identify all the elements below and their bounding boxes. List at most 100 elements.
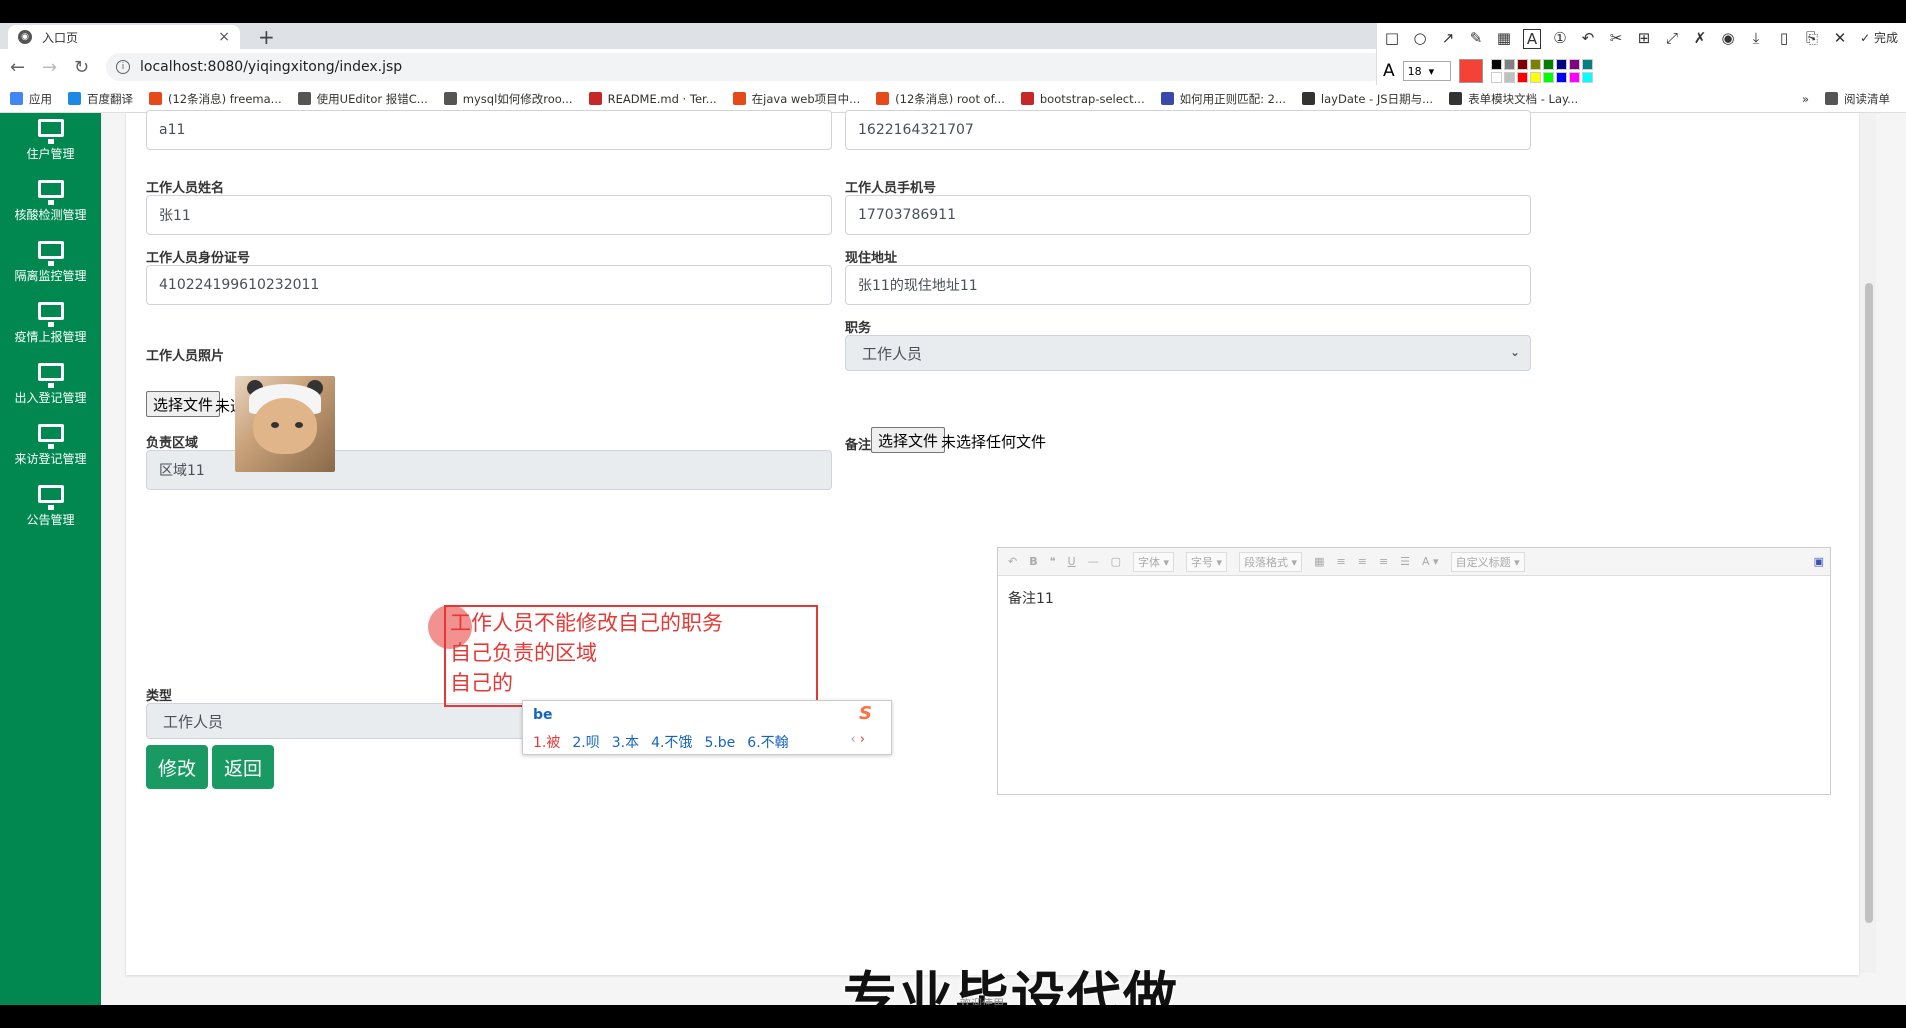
bookmark-item[interactable]: 百度翻译 <box>68 91 133 107</box>
align-center-icon[interactable]: ≡ <box>1358 555 1367 568</box>
number-tool-icon[interactable]: ① <box>1551 29 1569 49</box>
close-cross-icon[interactable]: ✗ <box>1691 29 1709 49</box>
account-input[interactable]: a11 <box>146 110 832 150</box>
idcard-input[interactable]: 410224199610232011 <box>146 265 832 305</box>
name-input[interactable]: 张11 <box>146 195 832 235</box>
font-family-dropdown[interactable]: 字体 ▾ <box>1133 551 1175 572</box>
back-button[interactable]: 返回 <box>212 745 274 789</box>
browser-tab[interactable]: ◉ 入口页 × <box>8 25 240 49</box>
bold-icon[interactable]: B <box>1029 555 1037 568</box>
palette-swatch[interactable] <box>1581 59 1593 70</box>
url-field[interactable]: i localhost:8080/yiqingxitong/index.jsp <box>106 53 1386 81</box>
color-palette[interactable] <box>1490 59 1593 83</box>
palette-swatch[interactable] <box>1568 59 1580 70</box>
bookmark-item[interactable]: 如何用正则匹配: 2... <box>1160 91 1286 107</box>
pin-icon[interactable]: ▯ <box>1775 29 1793 49</box>
close-tab-icon[interactable]: × <box>218 29 230 45</box>
bookmark-icon[interactable]: ⎘ <box>1803 29 1821 49</box>
ime-candidate[interactable]: 4.不饿 <box>651 735 692 751</box>
palette-swatch[interactable] <box>1555 72 1567 83</box>
cancel-icon[interactable]: ✕ <box>1831 29 1849 49</box>
bookmark-item[interactable]: layDate - JS日期与... <box>1301 91 1433 107</box>
palette-swatch[interactable] <box>1555 59 1567 70</box>
current-color-swatch[interactable] <box>1458 59 1483 83</box>
bookmark-item[interactable]: README.md · Ter... <box>588 92 717 106</box>
sidebar-item[interactable]: 公告管理 <box>0 475 101 547</box>
palette-swatch[interactable] <box>1542 59 1554 70</box>
palette-swatch[interactable] <box>1516 72 1528 83</box>
palette-swatch[interactable] <box>1542 72 1554 83</box>
address-input[interactable]: 张11的现住地址11 <box>845 265 1531 305</box>
undo-icon[interactable]: ↶ <box>1008 555 1017 568</box>
phone-input[interactable]: 17703786911 <box>845 195 1531 235</box>
cut-icon[interactable]: ✂ <box>1607 29 1625 49</box>
palette-swatch[interactable] <box>1490 72 1502 83</box>
custom-title-dropdown[interactable]: 自定义标题 ▾ <box>1450 551 1525 572</box>
bookmark-item[interactable]: 阅读清单 <box>1825 91 1890 107</box>
mosaic-tool-icon[interactable]: ▦ <box>1495 29 1513 49</box>
photo-choose-file-button[interactable]: 选择文件 <box>146 391 221 417</box>
scrollbar-thumb[interactable] <box>1865 283 1873 923</box>
page-scrollbar[interactable] <box>1862 113 1876 973</box>
page-icon[interactable]: ▢ <box>1111 555 1121 568</box>
ime-candidate[interactable]: 6.不翰 <box>747 735 788 751</box>
back-icon[interactable]: ← <box>10 57 25 78</box>
done-button[interactable]: ✓ 完成 <box>1860 29 1898 46</box>
palette-swatch[interactable] <box>1503 59 1515 70</box>
bookmark-item[interactable]: » <box>1802 92 1809 106</box>
number-input[interactable]: 1622164321707 <box>845 110 1531 150</box>
font-size-dropdown[interactable]: 字号 ▾ <box>1186 551 1228 572</box>
ellipse-tool-icon[interactable]: ○ <box>1411 29 1429 49</box>
bookmark-item[interactable]: bootstrap-select... <box>1020 92 1145 106</box>
rect-tool-icon[interactable]: □ <box>1383 29 1401 49</box>
hr-icon[interactable]: — <box>1088 555 1099 568</box>
palette-swatch[interactable] <box>1529 72 1541 83</box>
ime-candidate[interactable]: 2.呗 <box>572 735 599 751</box>
submit-button[interactable]: 修改 <box>146 745 208 789</box>
font-size-select[interactable]: 18 ▾ <box>1402 61 1451 81</box>
forward-icon[interactable]: → <box>42 57 57 78</box>
ime-candidate[interactable]: 3.本 <box>612 735 639 751</box>
palette-swatch[interactable] <box>1581 72 1593 83</box>
reload-icon[interactable]: ↻ <box>74 57 89 78</box>
justify-icon[interactable]: ☰ <box>1400 555 1410 568</box>
ime-page-arrows-icon[interactable]: ‹ › <box>850 732 865 747</box>
editor-content[interactable]: 备注11 <box>998 576 1830 620</box>
palette-swatch[interactable] <box>1529 59 1541 70</box>
arrow-tool-icon[interactable]: ↗ <box>1439 29 1457 49</box>
bookmark-item[interactable]: (12条消息) freema... <box>149 91 282 107</box>
new-tab-icon[interactable]: + <box>258 25 275 49</box>
fullscreen-icon[interactable]: ▣ <box>1814 555 1824 568</box>
undo-icon[interactable]: ↶ <box>1579 29 1597 49</box>
ocr-icon[interactable]: ⊞ <box>1635 29 1653 49</box>
align-right-icon[interactable]: ≡ <box>1379 555 1388 568</box>
table-icon[interactable]: ▦ <box>1314 555 1324 568</box>
font-color-icon[interactable]: A ▾ <box>1422 555 1439 568</box>
bookmark-item[interactable]: 应用 <box>10 91 52 107</box>
bookmark-item[interactable]: 使用UEditor 报错C... <box>297 91 428 107</box>
palette-swatch[interactable] <box>1568 72 1580 83</box>
align-left-icon[interactable]: ≡ <box>1337 555 1346 568</box>
download-icon[interactable]: ⤓ <box>1747 29 1765 49</box>
bookmark-item[interactable]: 在java web项目中... <box>732 91 860 107</box>
record-icon[interactable]: ◉ <box>1719 29 1737 49</box>
video-watermark: 专业毕设代做 <box>843 966 1179 1005</box>
palette-swatch[interactable] <box>1490 59 1502 70</box>
ime-candidate[interactable]: 5.be <box>704 735 735 751</box>
bookmark-item[interactable]: (12条消息) root of... <box>876 91 1005 107</box>
remark-choose-file-button[interactable]: 选择文件 <box>871 427 946 453</box>
ime-candidate[interactable]: 1.被 <box>533 735 560 751</box>
translate-icon[interactable]: ⤢ <box>1663 29 1681 49</box>
underline-icon[interactable]: U <box>1068 555 1076 568</box>
text-tool-icon[interactable]: A <box>1523 29 1541 49</box>
info-icon[interactable]: i <box>116 60 130 74</box>
bookmark-item[interactable]: 表单模块文档 - Lay... <box>1449 91 1578 107</box>
remark-editor[interactable]: ↶ B ❝ U — ▢ 字体 ▾ 字号 ▾ 段落格式 ▾ ▦ ≡ ≡ ≡ ☰ A… <box>997 547 1831 795</box>
bookmark-item[interactable]: mysql如何修改roo... <box>443 91 573 107</box>
pen-tool-icon[interactable]: ✎ <box>1467 29 1485 49</box>
palette-swatch[interactable] <box>1503 72 1515 83</box>
position-select[interactable]: 工作人员 ⌄ <box>845 335 1531 371</box>
palette-swatch[interactable] <box>1516 59 1528 70</box>
paragraph-dropdown[interactable]: 段落格式 ▾ <box>1239 551 1303 572</box>
quote-icon[interactable]: ❝ <box>1050 555 1056 568</box>
